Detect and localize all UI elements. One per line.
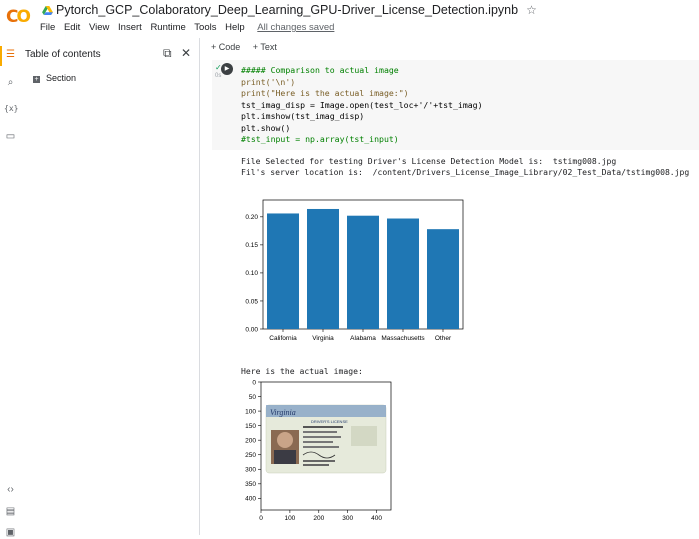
bar [387, 218, 419, 329]
x-tick-label: Alabama [350, 335, 376, 342]
drive-icon [42, 6, 53, 15]
y-tick-label: 250 [245, 452, 256, 459]
add-code-button[interactable]: + Code [211, 42, 240, 52]
x-tick-label: 300 [342, 515, 353, 522]
top-bar: CO Pytorch_GCP_Colaboratory_Deep_Learnin… [0, 0, 699, 38]
y-tick-label: 0.05 [245, 298, 258, 305]
code-line: print('\n') [241, 76, 296, 87]
left-rail: ☰ ⌕ {x} ▭ ‹› ▤ ▣ [0, 38, 20, 538]
add-text-button[interactable]: + Text [253, 42, 277, 52]
cell-output-text: File Selected for testing Driver's Licen… [241, 156, 689, 178]
license-header-text: DRIVER'S LICENSE [311, 419, 348, 424]
y-tick-label: 0.15 [245, 242, 258, 249]
y-tick-label: 100 [245, 408, 256, 415]
license-hologram [351, 426, 377, 446]
output-line: Fil's server location is: /content/Drive… [241, 167, 690, 177]
code-cell[interactable]: ✓ 0s ▶ ##### Comparison to actual image … [212, 60, 699, 150]
license-photo-face [277, 432, 293, 448]
menu-insert[interactable]: Insert [118, 22, 142, 33]
x-tick-label: 200 [313, 515, 324, 522]
license-state-text: Virginia [270, 408, 296, 417]
close-icon[interactable]: ✕ [181, 46, 191, 60]
notebook-area: + Code + Text ✓ 0s ▶ ##### Comparison to… [201, 38, 699, 535]
y-tick-label: 0.10 [245, 270, 258, 277]
exec-time: 0s [215, 73, 222, 79]
menu-file[interactable]: File [40, 22, 55, 33]
code-editor[interactable]: ##### Comparison to actual image print('… [241, 65, 483, 146]
code-line: print("Here is the actual image:") [241, 88, 409, 98]
y-tick-label: 400 [245, 496, 256, 503]
save-status[interactable]: All changes saved [257, 22, 334, 33]
x-tick-label: 0 [259, 515, 263, 522]
colab-logo[interactable]: CO [6, 7, 31, 27]
y-tick-label: 300 [245, 467, 256, 474]
bar-chart: California Virginia Alabama Massachusetts Ot… [245, 199, 464, 342]
x-tick-label: Massachusetts [381, 335, 425, 342]
run-cell-button[interactable]: ▶ [221, 63, 233, 75]
y-tick-label: 0 [252, 379, 256, 386]
menu-help[interactable]: Help [225, 22, 245, 33]
open-in-tab-icon[interactable]: ⧉ [163, 46, 172, 60]
y-tick-label: 200 [245, 437, 256, 444]
y-tick-label: 0.00 [245, 326, 258, 333]
x-tick-label: California [269, 335, 297, 342]
code-line: ##### Comparison to actual image [241, 65, 399, 75]
y-tick-label: 350 [245, 481, 256, 488]
bar [307, 208, 339, 329]
image-plot: Virginia DRIVER'S LICENSE 0 100 200 300 400 0… [245, 379, 392, 522]
toc-item-section[interactable]: + Section [33, 73, 76, 83]
license-image: Virginia DRIVER'S LICENSE [265, 404, 387, 474]
license-photo-body [274, 450, 296, 464]
y-tick-label: 50 [249, 394, 257, 401]
toc-title: Table of contents [25, 49, 101, 60]
notebook-title[interactable]: Pytorch_GCP_Colaboratory_Deep_Learning_G… [42, 3, 537, 17]
code-line: #tst_input = np.array(tst_input) [241, 134, 399, 144]
toc-panel: Table of contents ⧉ ✕ + Section [20, 38, 200, 535]
output-line: File Selected for testing Driver's Licen… [241, 156, 617, 166]
bar [347, 215, 379, 329]
menu-edit[interactable]: Edit [64, 22, 80, 33]
toc-icon[interactable]: ☰ [4, 48, 17, 61]
bar [427, 229, 459, 329]
folder-icon[interactable]: ▭ [4, 130, 17, 143]
terminal-icon[interactable]: ▣ [4, 526, 17, 539]
menu-view[interactable]: View [89, 22, 109, 33]
menu-tools[interactable]: Tools [194, 22, 216, 33]
star-icon[interactable]: ☆ [526, 3, 537, 17]
x-tick-label: Other [435, 335, 452, 342]
y-tick-label: 0.20 [245, 214, 258, 221]
search-icon[interactable]: ⌕ [4, 76, 17, 89]
code-line: tst_imag_disp = Image.open(test_loc+'/'+… [241, 99, 483, 110]
expand-icon[interactable]: + [33, 76, 40, 83]
active-indicator [0, 46, 2, 66]
menu-bar: File Edit View Insert Runtime Tools Help… [40, 22, 340, 33]
variables-icon[interactable]: {x} [4, 102, 18, 115]
code-line: plt.imshow(tst_imag_disp) [241, 111, 365, 121]
y-tick-label: 150 [245, 423, 256, 430]
bar [267, 213, 299, 329]
x-tick-label: Virginia [312, 335, 334, 342]
x-tick-label: 100 [284, 515, 295, 522]
command-palette-icon[interactable]: ▤ [4, 505, 17, 518]
code-line: plt.show() [241, 122, 291, 133]
x-tick-label: 400 [371, 515, 382, 522]
code-snippets-icon[interactable]: ‹› [4, 483, 17, 496]
menu-runtime[interactable]: Runtime [150, 22, 185, 33]
